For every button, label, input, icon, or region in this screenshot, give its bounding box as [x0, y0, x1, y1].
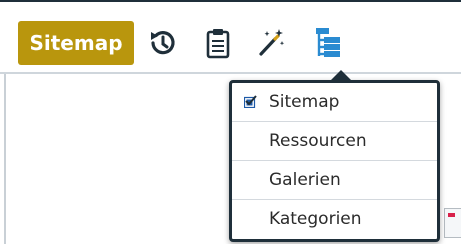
magic-wand-icon[interactable] — [254, 26, 288, 60]
menu-item-label: Ressourcen — [269, 131, 367, 151]
sitemap-button[interactable]: Sitemap — [18, 21, 134, 65]
history-icon[interactable] — [146, 26, 180, 60]
menu-item-label: Galerien — [269, 170, 341, 190]
menu-item-ressourcen[interactable]: Ressourcen — [232, 122, 437, 161]
dropdown-pointer — [330, 70, 352, 81]
sitemap-tree-icon[interactable] — [311, 26, 345, 60]
menu-item-label: Sitemap — [269, 92, 340, 112]
menu-item-sitemap[interactable]: Sitemap — [232, 83, 437, 122]
left-border — [4, 74, 6, 244]
toolbar: Sitemap — [6, 12, 461, 70]
menu-item-kategorien[interactable]: Kategorien — [232, 200, 437, 239]
clipboard-icon[interactable] — [201, 26, 235, 60]
background-widget — [444, 208, 461, 238]
menu-item-galerien[interactable]: Galerien — [232, 161, 437, 200]
toolbar-divider — [0, 72, 461, 74]
background-content — [438, 96, 461, 244]
menu-item-label: Kategorien — [269, 209, 362, 229]
checked-checkbox-icon[interactable] — [244, 95, 257, 108]
view-dropdown-menu: Sitemap Ressourcen Galerien Kategorien — [229, 70, 440, 242]
